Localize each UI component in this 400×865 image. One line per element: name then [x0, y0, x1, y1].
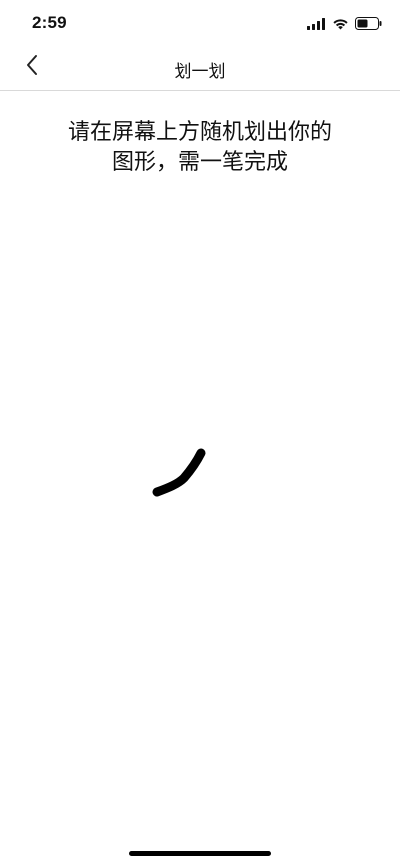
status-bar: 2:59	[0, 0, 400, 44]
instruction-text: 请在屏幕上方随机划出你的 图形，需一笔完成	[40, 118, 360, 178]
drawing-canvas[interactable]	[0, 190, 400, 820]
instruction-line-2: 图形，需一笔完成	[111, 150, 288, 175]
nav-bar: 划一划	[0, 44, 400, 91]
drawing-surface	[152, 448, 206, 497]
status-icons	[307, 15, 382, 34]
signal-icon	[307, 15, 326, 34]
wifi-icon	[332, 15, 349, 34]
page-title: 划一划	[174, 62, 226, 82]
drawn-stroke	[152, 448, 206, 497]
battery-icon	[355, 15, 382, 34]
instruction-line-1: 请在屏幕上方随机划出你的	[67, 120, 332, 145]
home-indicator	[129, 851, 271, 856]
status-time: 2:59	[32, 13, 67, 32]
